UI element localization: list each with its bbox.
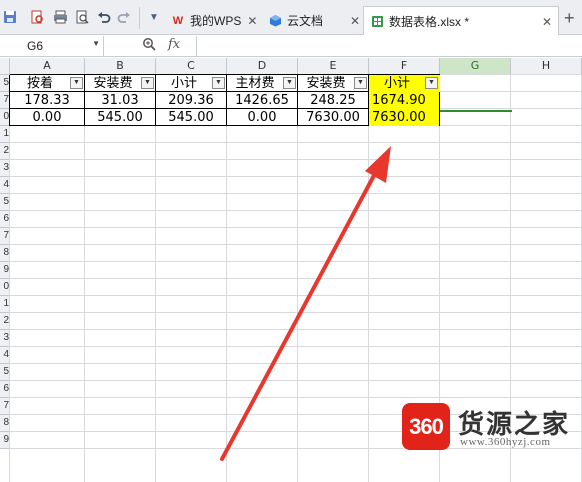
table-cell[interactable]: 7630.00 — [369, 109, 439, 126]
filter-dropdown-icon[interactable]: ▼ — [212, 77, 225, 89]
header-cell[interactable]: 小计 — [369, 75, 425, 92]
table-cell[interactable]: 209.36 — [156, 92, 226, 109]
header-cell[interactable]: 小计 — [156, 75, 212, 92]
table-cell[interactable]: 1674.90 — [369, 92, 439, 109]
table-cell[interactable]: 545.00 — [85, 109, 155, 126]
watermark-logo: 360 — [402, 403, 450, 450]
table-cell[interactable]: 1426.65 — [227, 92, 297, 109]
header-cell[interactable]: 安装费 — [298, 75, 354, 92]
watermark-url: www.360hyzj.com — [460, 436, 551, 448]
table-cell[interactable]: 0.00 — [227, 109, 297, 126]
filter-dropdown-icon[interactable]: ▼ — [354, 77, 367, 89]
table-cell[interactable]: 248.25 — [298, 92, 368, 109]
selected-cell-border — [440, 110, 512, 112]
table-cell[interactable]: 0.00 — [10, 109, 84, 126]
table-cell[interactable]: 178.33 — [10, 92, 84, 109]
filter-dropdown-icon[interactable]: ▼ — [70, 77, 83, 89]
table-cell[interactable]: 545.00 — [156, 109, 226, 126]
header-cell[interactable]: 按着 — [10, 75, 70, 92]
filter-dropdown-icon[interactable]: ▼ — [141, 77, 154, 89]
header-cell[interactable]: 安装费 — [85, 75, 141, 92]
filter-active-icon[interactable]: ▼ — [425, 77, 438, 89]
header-cell[interactable]: 主材费 — [227, 75, 283, 92]
table-cell[interactable]: 31.03 — [85, 92, 155, 109]
table-cell[interactable]: 7630.00 — [298, 109, 368, 126]
filter-dropdown-icon[interactable]: ▼ — [283, 77, 296, 89]
